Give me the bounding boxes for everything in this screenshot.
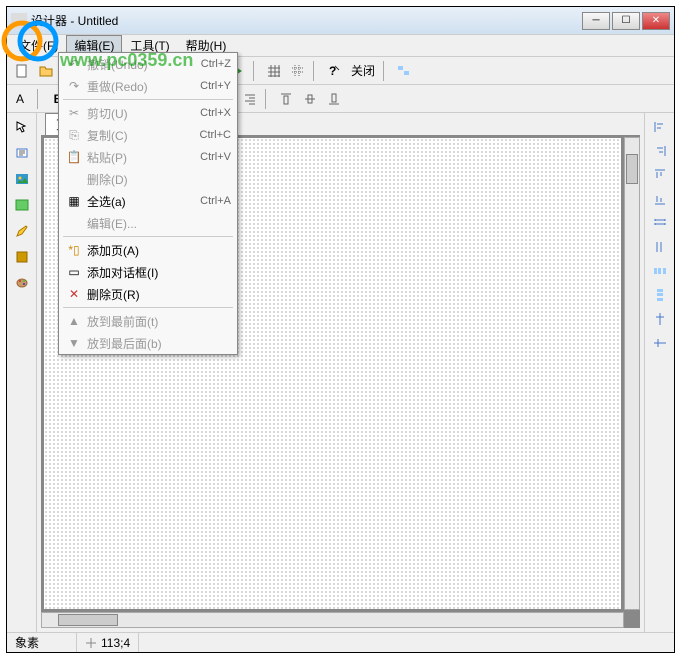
tab-order-icon[interactable] — [393, 60, 415, 82]
paste-icon: 📋 — [65, 150, 83, 164]
menu-delpage[interactable]: ✕删除页(R) — [59, 283, 237, 305]
close-label[interactable]: 关闭 — [347, 62, 379, 79]
centerh-icon[interactable] — [650, 309, 670, 329]
help-icon[interactable]: ? — [323, 60, 345, 82]
svg-text:A: A — [16, 92, 24, 106]
open-icon[interactable] — [35, 60, 57, 82]
title-bar: 设计器 - Untitled ─ ☐ ✕ — [7, 7, 674, 35]
ole-icon[interactable] — [12, 247, 32, 267]
tool-palette — [7, 113, 37, 632]
palette-icon[interactable] — [12, 273, 32, 293]
new-icon[interactable] — [11, 60, 33, 82]
app-icon — [11, 13, 27, 29]
spaceh-icon[interactable] — [650, 261, 670, 281]
horizontal-scrollbar[interactable] — [41, 612, 624, 628]
sameh-icon[interactable] — [650, 237, 670, 257]
font-icon[interactable]: A — [11, 88, 33, 110]
menu-undo[interactable]: ↶撤销(Undo)Ctrl+Z — [59, 53, 237, 75]
menu-selectall[interactable]: ▦全选(a)Ctrl+A — [59, 190, 237, 212]
align-right-icon[interactable] — [239, 88, 261, 110]
menu-copy[interactable]: ⎘复制(C)Ctrl+C — [59, 124, 237, 146]
align-b-icon[interactable] — [650, 189, 670, 209]
menu-addpage[interactable]: *▯添加页(A) — [59, 239, 237, 261]
spacev-icon[interactable] — [650, 285, 670, 305]
samew-icon[interactable] — [650, 213, 670, 233]
edit-menu-dropdown: ↶撤销(Undo)Ctrl+Z ↷重做(Redo)Ctrl+Y ✂剪切(U)Ct… — [58, 52, 238, 355]
vertical-scrollbar[interactable] — [624, 137, 640, 610]
menu-cut[interactable]: ✂剪切(U)Ctrl+X — [59, 102, 237, 124]
centerv-icon[interactable] — [650, 333, 670, 353]
menu-adddialog[interactable]: ▭添加对话框(I) — [59, 261, 237, 283]
cut-icon: ✂ — [65, 106, 83, 120]
menu-sendback[interactable]: ▼放到最后面(b) — [59, 332, 237, 354]
valign-bot-icon[interactable] — [323, 88, 345, 110]
valign-mid-icon[interactable] — [299, 88, 321, 110]
text-icon[interactable] — [12, 143, 32, 163]
status-unit: 象素 — [7, 633, 77, 652]
menu-paste[interactable]: 📋粘贴(P)Ctrl+V — [59, 146, 237, 168]
grid-icon[interactable] — [263, 60, 285, 82]
pointer-icon[interactable] — [12, 117, 32, 137]
copy-icon: ⎘ — [65, 128, 83, 143]
maximize-button[interactable]: ☐ — [612, 12, 640, 30]
valign-top-icon[interactable] — [275, 88, 297, 110]
align-l-icon[interactable] — [650, 117, 670, 137]
selectall-icon: ▦ — [65, 194, 83, 208]
minimize-button[interactable]: ─ — [582, 12, 610, 30]
picture-icon[interactable] — [12, 195, 32, 215]
menu-bringfront[interactable]: ▲放到最前面(t) — [59, 310, 237, 332]
status-bar: 象素 113;4 — [7, 632, 674, 652]
menu-editt[interactable]: 编辑(E)... — [59, 212, 237, 234]
snap-icon[interactable] — [287, 60, 309, 82]
align-t-icon[interactable] — [650, 165, 670, 185]
status-coord: 113;4 — [77, 633, 139, 652]
pen-icon[interactable] — [12, 221, 32, 241]
menu-redo[interactable]: ↷重做(Redo)Ctrl+Y — [59, 75, 237, 97]
image-icon[interactable] — [12, 169, 32, 189]
menu-delete[interactable]: 删除(D) — [59, 168, 237, 190]
align-r-icon[interactable] — [650, 141, 670, 161]
close-button[interactable]: ✕ — [642, 12, 670, 30]
align-palette — [644, 113, 674, 632]
window-title: 设计器 - Untitled — [31, 12, 582, 29]
